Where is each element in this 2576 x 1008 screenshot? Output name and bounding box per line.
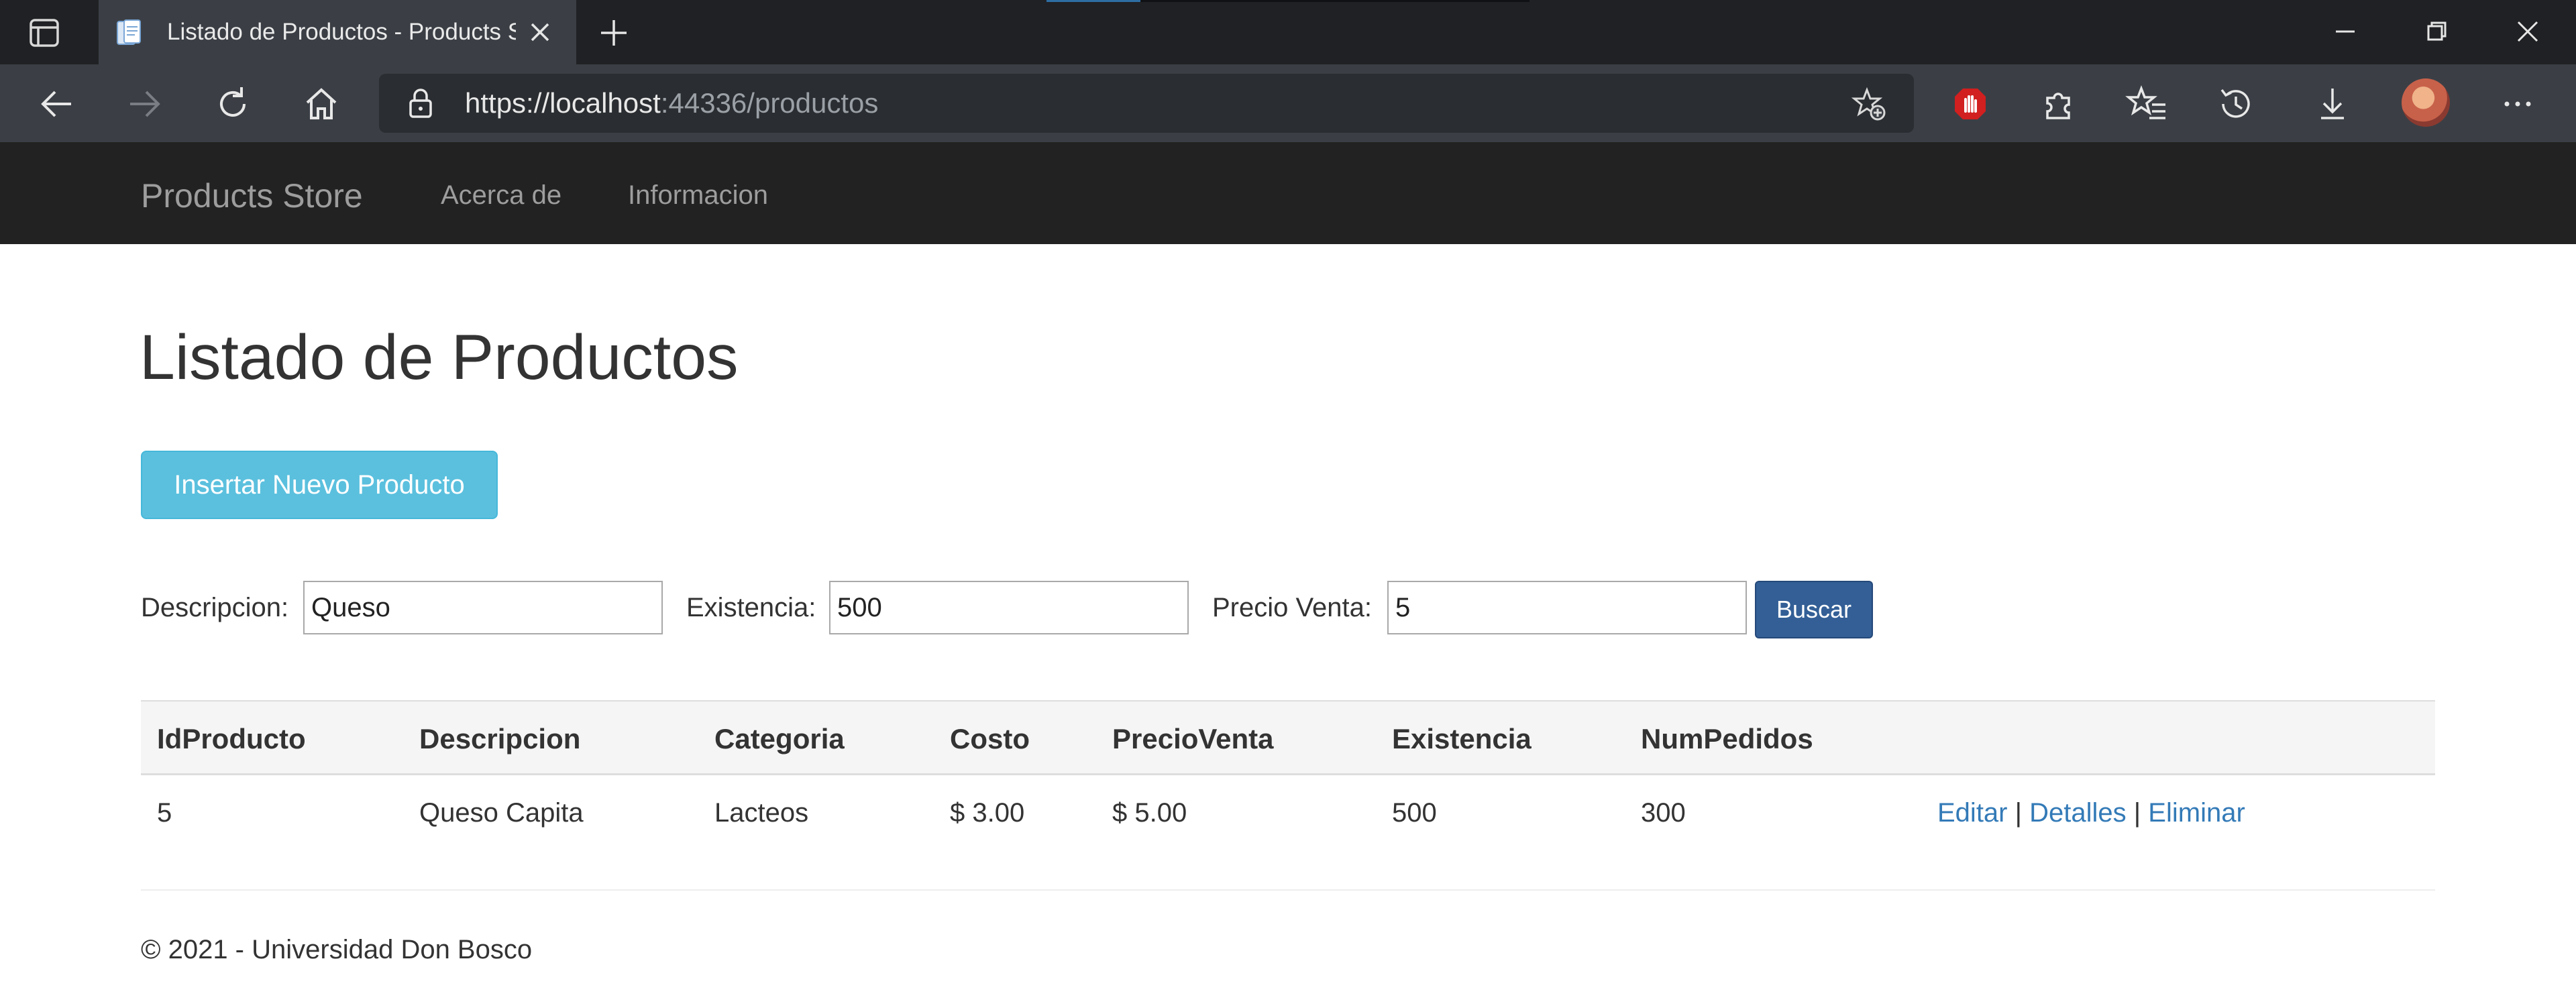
descripcion-label: Descripcion:	[141, 593, 289, 622]
tab-title: Listado de Productos - Products Store	[167, 19, 516, 45]
cell-idproducto: 5	[157, 798, 172, 828]
edit-link[interactable]: Editar	[1937, 798, 2008, 828]
header-precioventa: PrecioVenta	[1112, 723, 1274, 754]
row-actions: Editar | Detalles | Eliminar	[1937, 797, 2245, 829]
download-icon[interactable]	[2310, 82, 2355, 126]
descripcion-input[interactable]	[303, 581, 663, 634]
page-title: Listado de Productos	[140, 322, 739, 393]
footer-divider	[141, 889, 2435, 891]
url-prefix: https://	[465, 87, 550, 119]
favorites-icon[interactable]	[2125, 82, 2169, 126]
header-costo: Costo	[950, 723, 1030, 754]
url-path: :44336/productos	[660, 87, 879, 119]
search-button[interactable]: Buscar	[1755, 581, 1873, 638]
existencia-label: Existencia:	[686, 593, 816, 622]
plus-icon[interactable]	[597, 16, 631, 50]
header-numpedidos: NumPedidos	[1641, 723, 1813, 754]
action-separator: |	[2015, 798, 2023, 828]
minimize-icon[interactable]	[2326, 15, 2364, 48]
home-icon[interactable]	[299, 82, 343, 126]
add-favorite-icon[interactable]	[1851, 86, 1888, 123]
adblock-icon[interactable]	[1948, 82, 1992, 126]
navbar-brand[interactable]: Products Store	[141, 177, 363, 215]
more-icon[interactable]	[2496, 82, 2540, 126]
precio-venta-label: Precio Venta:	[1212, 593, 1372, 622]
close-window-icon[interactable]	[2509, 15, 2546, 48]
cell-descripcion: Queso Capita	[419, 798, 584, 828]
cell-numpedidos: 300	[1641, 798, 1686, 828]
restore-icon[interactable]	[2418, 15, 2455, 48]
table-header: IdProducto Descripcion Categoria Costo P…	[141, 700, 2435, 775]
cell-categoria: Lacteos	[714, 798, 809, 828]
cell-costo: $ 3.00	[950, 798, 1025, 828]
cell-precioventa: $ 5.00	[1112, 798, 1187, 828]
url-text: https://localhost:44336/productos	[465, 87, 878, 119]
browser-tab-active[interactable]: Listado de Productos - Products Store	[99, 0, 576, 64]
page-favicon-icon	[116, 19, 143, 47]
extensions-icon[interactable]	[2037, 82, 2081, 126]
header-idproducto: IdProducto	[157, 723, 306, 754]
address-bar[interactable]: https://localhost:44336/productos	[379, 74, 1914, 133]
details-link[interactable]: Detalles	[2029, 798, 2127, 828]
header-existencia: Existencia	[1392, 723, 1532, 754]
history-icon[interactable]	[2214, 82, 2258, 126]
browser-toolbar: https://localhost:44336/productos	[0, 64, 2576, 142]
action-separator: |	[2133, 798, 2141, 828]
back-icon[interactable]	[35, 82, 79, 126]
tab-group-indicator-dark	[1140, 0, 1529, 2]
url-host: localhost	[549, 87, 661, 119]
precio-venta-input[interactable]	[1387, 581, 1747, 634]
close-icon[interactable]	[525, 17, 555, 47]
nav-link-informacion[interactable]: Informacion	[628, 179, 768, 211]
refresh-icon[interactable]	[211, 82, 255, 126]
forward-icon[interactable]	[122, 82, 166, 126]
existencia-input[interactable]	[829, 581, 1189, 634]
browser-tab-bar: Listado de Productos - Products Store	[0, 0, 2576, 64]
footer-text: © 2021 - Universidad Don Bosco	[141, 935, 533, 964]
tab-group-indicator	[1046, 0, 1140, 2]
insert-product-button[interactable]: Insertar Nuevo Producto	[141, 451, 498, 519]
lock-icon[interactable]	[406, 87, 435, 119]
delete-link[interactable]: Eliminar	[2148, 798, 2245, 828]
profile-avatar[interactable]	[2402, 78, 2450, 127]
header-descripcion: Descripcion	[419, 723, 581, 754]
tab-actions-icon[interactable]	[28, 17, 60, 48]
table-row: 5 Queso Capita Lacteos $ 3.00 $ 5.00 500…	[141, 775, 2435, 850]
cell-existencia: 500	[1392, 798, 1437, 828]
site-navbar: Products Store Acerca de Informacion	[0, 142, 2576, 244]
header-categoria: Categoria	[714, 723, 845, 754]
nav-link-acerca[interactable]: Acerca de	[441, 179, 561, 211]
